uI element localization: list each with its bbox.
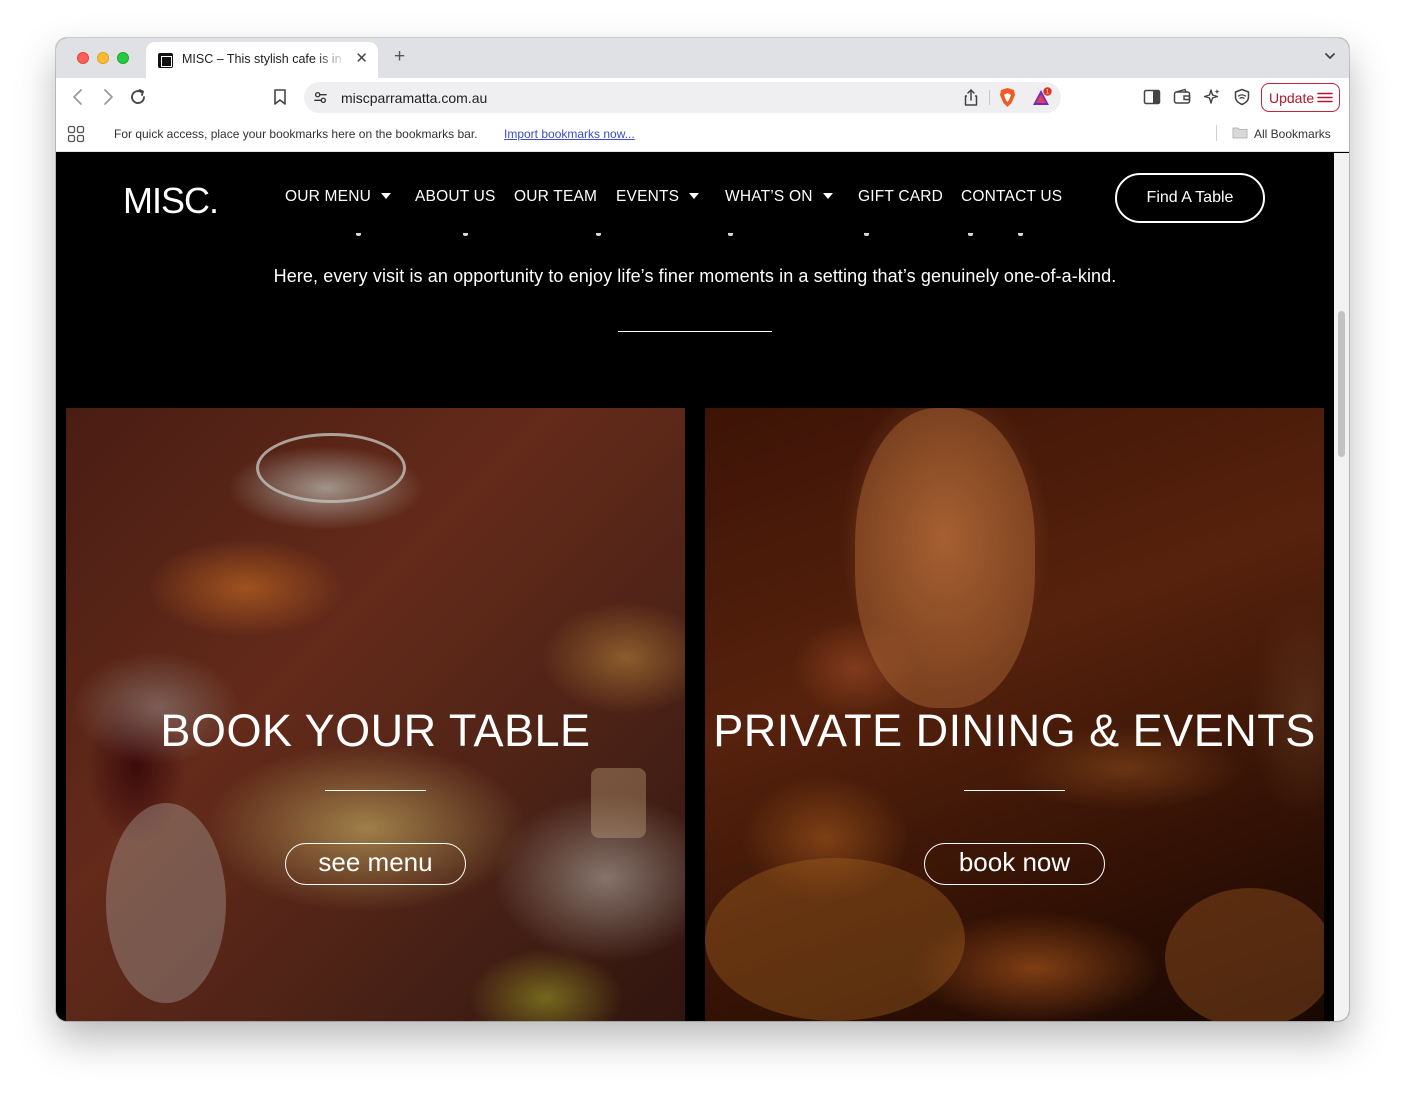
minimize-window-button[interactable] (97, 52, 109, 64)
site-favicon-icon (158, 53, 173, 68)
bookmarks-separator (1216, 125, 1217, 141)
import-bookmarks-link[interactable]: Import bookmarks now... (504, 127, 635, 141)
panel-divider (325, 790, 426, 791)
close-window-button[interactable] (77, 52, 89, 64)
scrollbar-thumb[interactable] (1338, 311, 1345, 457)
folder-icon (1232, 127, 1248, 139)
forward-arrow-icon[interactable] (98, 87, 118, 107)
apps-grid-icon[interactable] (67, 125, 85, 143)
web-page: MISC. OUR MENU ABOUT US OUR TEAM EVENTS … (56, 153, 1334, 1021)
find-a-table-button[interactable]: Find A Table (1115, 173, 1265, 223)
back-arrow-icon[interactable] (68, 87, 88, 107)
wallet-icon[interactable] (1172, 87, 1192, 107)
update-button[interactable]: Update (1261, 83, 1340, 112)
brave-shield-icon[interactable] (998, 87, 1017, 108)
sidebar-icon[interactable] (1142, 87, 1162, 107)
browser-tab-active[interactable]: MISC – This stylish cafe is in ✕ (146, 42, 378, 78)
menu-icon (1317, 92, 1333, 103)
site-settings-icon[interactable] (313, 90, 328, 105)
update-label: Update (1269, 90, 1315, 106)
bookmarks-bar: For quick access, place your bookmarks h… (56, 116, 1349, 152)
chevron-down-icon (689, 193, 700, 199)
clipped-text-line (56, 233, 1334, 247)
chevron-down-icon (822, 193, 833, 199)
book-now-button[interactable]: book now (924, 843, 1105, 885)
site-logo[interactable]: MISC. (123, 181, 219, 221)
nav-whats-on[interactable]: WHAT’S ON (725, 188, 833, 206)
panel-title: PRIVATE DINING & EVENTS (713, 705, 1316, 756)
new-tab-button[interactable]: + (394, 47, 405, 67)
nav-whats-on-label: WHAT’S ON (725, 188, 813, 205)
vpn-shield-icon[interactable] (1232, 87, 1252, 107)
nav-events-label: EVENTS (616, 188, 680, 205)
nav-our-menu[interactable]: OUR MENU (285, 188, 391, 206)
panel-divider (964, 790, 1065, 791)
leo-ai-icon[interactable] (1202, 87, 1222, 107)
tab-close-icon[interactable]: ✕ (355, 51, 368, 67)
intro-text: Here, every visit is an opportunity to e… (273, 266, 1117, 286)
address-divider (989, 90, 990, 105)
see-menu-button[interactable]: see menu (285, 843, 466, 885)
brave-rewards-icon[interactable]: 1 (1031, 87, 1053, 108)
intro-divider (618, 331, 772, 332)
zoom-window-button[interactable] (117, 52, 129, 64)
tab-search-chevron-icon[interactable] (1323, 49, 1337, 63)
tab-strip: MISC – This stylish cafe is in ✕ + (56, 38, 1349, 78)
nav-our-team[interactable]: OUR TEAM (514, 188, 597, 206)
private-dining-panel[interactable]: PRIVATE DINING & EVENTS book now (705, 408, 1324, 1021)
tab-title: MISC – This stylish cafe is in (182, 52, 342, 66)
url-text[interactable]: miscparramatta.com.au (341, 90, 487, 106)
share-icon[interactable] (962, 88, 980, 107)
browser-toolbar: miscparramatta.com.au 1 Update (56, 78, 1349, 116)
nav-contact-us[interactable]: CONTACT US (961, 188, 1062, 206)
address-bar[interactable]: miscparramatta.com.au 1 (304, 82, 1061, 113)
book-table-panel[interactable]: BOOK YOUR TABLE see menu (66, 408, 685, 1021)
panel-title: BOOK YOUR TABLE (160, 705, 591, 756)
browser-window: MISC – This stylish cafe is in ✕ + miscp… (56, 38, 1349, 1021)
nav-our-menu-label: OUR MENU (285, 188, 371, 205)
page-scrollbar[interactable] (1334, 153, 1349, 1021)
nav-about-us[interactable]: ABOUT US (415, 188, 496, 206)
reload-icon[interactable] (128, 87, 148, 107)
nav-events[interactable]: EVENTS (616, 188, 700, 206)
chevron-down-icon (381, 193, 391, 199)
bookmark-icon[interactable] (270, 87, 290, 107)
all-bookmarks-button[interactable]: All Bookmarks (1254, 127, 1331, 141)
nav-gift-card[interactable]: GIFT CARD (858, 188, 943, 206)
site-header: MISC. OUR MENU ABOUT US OUR TEAM EVENTS … (56, 153, 1334, 245)
bookmarks-hint: For quick access, place your bookmarks h… (114, 127, 478, 141)
